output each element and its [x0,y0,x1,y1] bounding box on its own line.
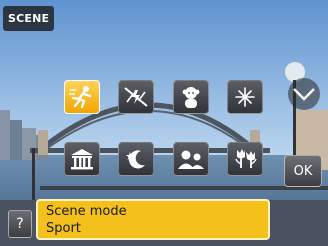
scene-tile-museum[interactable] [64,142,100,176]
scene-tile-night[interactable] [118,142,154,176]
scene-description-panel: Scene mode Sport [36,199,270,240]
child-icon [182,87,200,108]
scene-tile-fireworks[interactable] [227,80,263,114]
scene-tile-sport[interactable] [64,80,100,114]
tulip-icon [235,149,257,168]
no-flash-icon [124,87,148,107]
chevron-down-icon [293,88,315,101]
help-button[interactable]: ? [8,210,32,238]
museum-icon [71,149,93,170]
sport-runner-icon [69,86,92,109]
scene-tile-child[interactable] [173,80,209,114]
scene-tile-flower[interactable] [227,142,263,176]
scene-tile-no-flash[interactable] [118,80,154,114]
ok-button[interactable]: OK [284,155,322,187]
description-value: Sport [46,221,81,236]
night-moon-icon [126,150,145,169]
fireworks-icon [235,87,255,107]
scene-tile-portrait[interactable] [173,142,209,176]
description-title: Scene mode [46,204,127,219]
scroll-down-button[interactable] [288,78,320,110]
scene-mode-tag: SCENE [3,6,55,31]
portrait-pair-icon [178,150,204,169]
